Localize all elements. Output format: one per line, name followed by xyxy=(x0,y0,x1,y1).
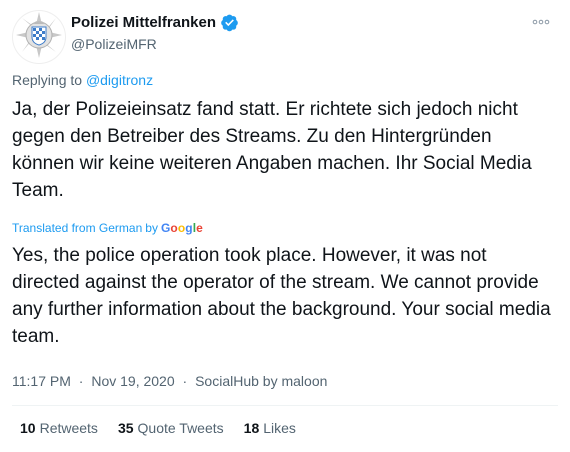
quote-tweets-label: Quote Tweets xyxy=(137,420,224,436)
avatar[interactable] xyxy=(12,10,66,64)
likes-stat[interactable]: 18 Likes xyxy=(244,420,296,436)
meta-separator: · xyxy=(78,373,84,389)
verified-badge-icon xyxy=(220,13,239,32)
tweet-text-translated: Yes, the police operation took place. Ho… xyxy=(12,245,551,347)
translation-label: Translated from German xyxy=(12,221,143,235)
likes-label: Likes xyxy=(263,420,296,436)
translation-attribution[interactable]: Translated from German by Google xyxy=(12,221,203,235)
likes-count: 18 xyxy=(243,420,260,436)
divider xyxy=(12,405,558,406)
replying-prefix: Replying to xyxy=(12,72,83,88)
tweet-stats: 10 Retweets 35 Quote Tweets 18 Likes xyxy=(20,420,316,436)
meta-separator: · xyxy=(182,373,188,389)
tweet-source[interactable]: SocialHub by maloon xyxy=(195,373,327,389)
translation-by: by xyxy=(145,221,158,235)
tweet-text-original: Ja, der Polizeieinsatz fand statt. Er ri… xyxy=(12,99,532,201)
retweets-stat[interactable]: 10 Retweets xyxy=(20,420,98,436)
tweet-time[interactable]: 11:17 PM xyxy=(12,373,71,389)
google-logo: Google xyxy=(160,221,203,235)
retweets-count: 10 xyxy=(20,420,36,436)
tweet-meta: 11:17 PM · Nov 19, 2020 · SocialHub by m… xyxy=(12,373,327,389)
author-handle[interactable]: @PolizeiMFR xyxy=(71,36,157,52)
police-star-badge-icon xyxy=(14,10,64,65)
tweet-date[interactable]: Nov 19, 2020 xyxy=(91,373,174,389)
author-name[interactable]: Polizei Mittelfranken xyxy=(71,14,216,31)
author-row: Polizei Mittelfranken xyxy=(71,13,239,32)
retweets-label: Retweets xyxy=(39,420,98,436)
more-options-icon[interactable] xyxy=(532,14,550,25)
quote-tweets-count: 35 xyxy=(117,420,134,436)
replying-to: Replying to @digitronz xyxy=(12,72,153,88)
quote-tweets-stat[interactable]: 35 Quote Tweets xyxy=(118,420,224,436)
replying-to-link[interactable]: @digitronz xyxy=(86,72,153,88)
